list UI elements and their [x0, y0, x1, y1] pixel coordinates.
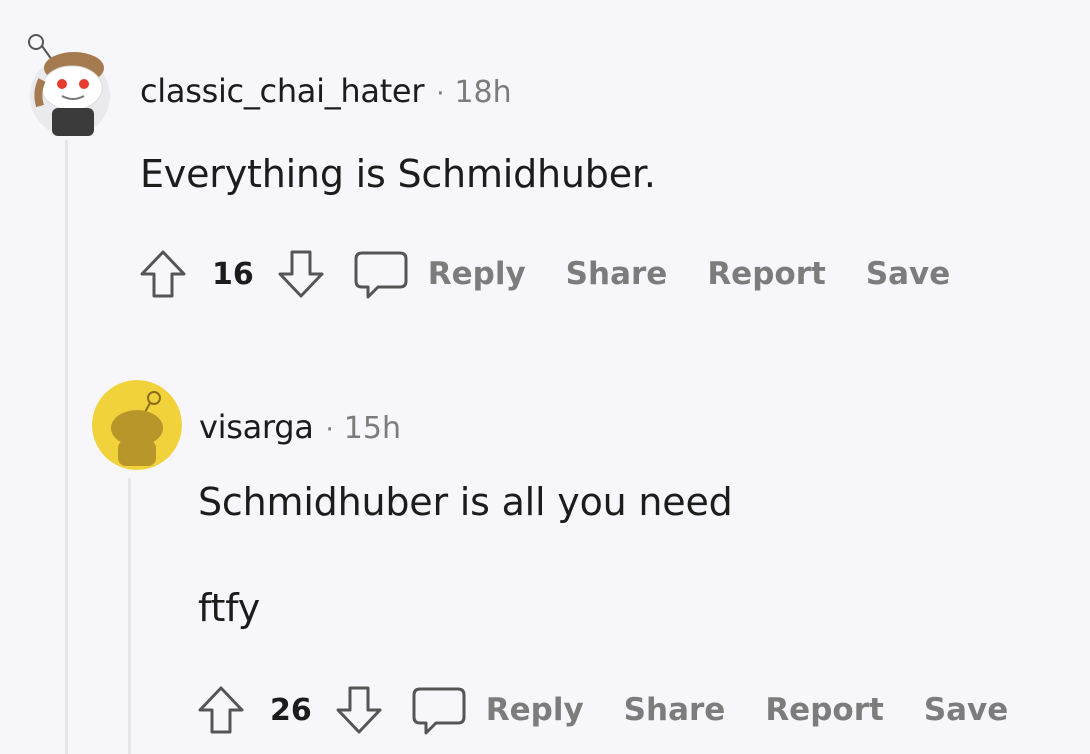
username[interactable]: classic_chai_hater — [140, 72, 424, 110]
timestamp[interactable]: 18h — [454, 75, 511, 110]
share-button[interactable]: Share — [566, 256, 668, 292]
avatar[interactable] — [92, 380, 182, 470]
save-button[interactable]: Save — [924, 692, 1008, 728]
report-button[interactable]: Report — [707, 256, 826, 292]
upvote-arrow-icon — [140, 250, 186, 298]
snoo-avatar-icon — [92, 380, 182, 470]
reply-button[interactable]: Reply — [428, 256, 526, 292]
username[interactable]: visarga — [199, 408, 314, 446]
upvote-arrow-icon — [198, 686, 244, 734]
upvote-button[interactable] — [134, 248, 192, 300]
comment-actions: 26 Reply Share Report Save — [192, 680, 1008, 740]
vote-count: 26 — [270, 692, 312, 728]
separator-dot: · — [325, 415, 334, 445]
comment-button[interactable] — [348, 247, 414, 301]
report-button[interactable]: Report — [765, 692, 884, 728]
save-button[interactable]: Save — [866, 256, 950, 292]
share-button[interactable]: Share — [624, 692, 726, 728]
avatar[interactable] — [22, 32, 114, 136]
comment-meta: classic_chai_hater · 18h — [140, 72, 512, 110]
comment-button[interactable] — [406, 683, 472, 737]
reply-button[interactable]: Reply — [486, 692, 584, 728]
speech-bubble-icon — [412, 687, 466, 735]
comment-body-line: Schmidhuber is all you need — [198, 480, 733, 524]
speech-bubble-icon — [354, 251, 408, 299]
upvote-button[interactable] — [192, 684, 250, 736]
comment-meta: visarga · 15h — [199, 408, 401, 446]
thread-line[interactable] — [65, 140, 68, 754]
timestamp[interactable]: 15h — [344, 411, 401, 446]
downvote-arrow-icon — [278, 250, 324, 298]
comment-actions: 16 Reply Share Report Save — [134, 244, 950, 304]
downvote-arrow-icon — [336, 686, 382, 734]
downvote-button[interactable] — [330, 684, 388, 736]
comment-body: Everything is Schmidhuber. — [140, 152, 656, 196]
reply-thread-line[interactable] — [128, 478, 131, 754]
snoo-avatar-icon — [28, 34, 110, 136]
vote-count: 16 — [212, 256, 254, 292]
comment-body-line: ftfy — [198, 586, 261, 630]
separator-dot: · — [436, 79, 445, 109]
downvote-button[interactable] — [272, 248, 330, 300]
